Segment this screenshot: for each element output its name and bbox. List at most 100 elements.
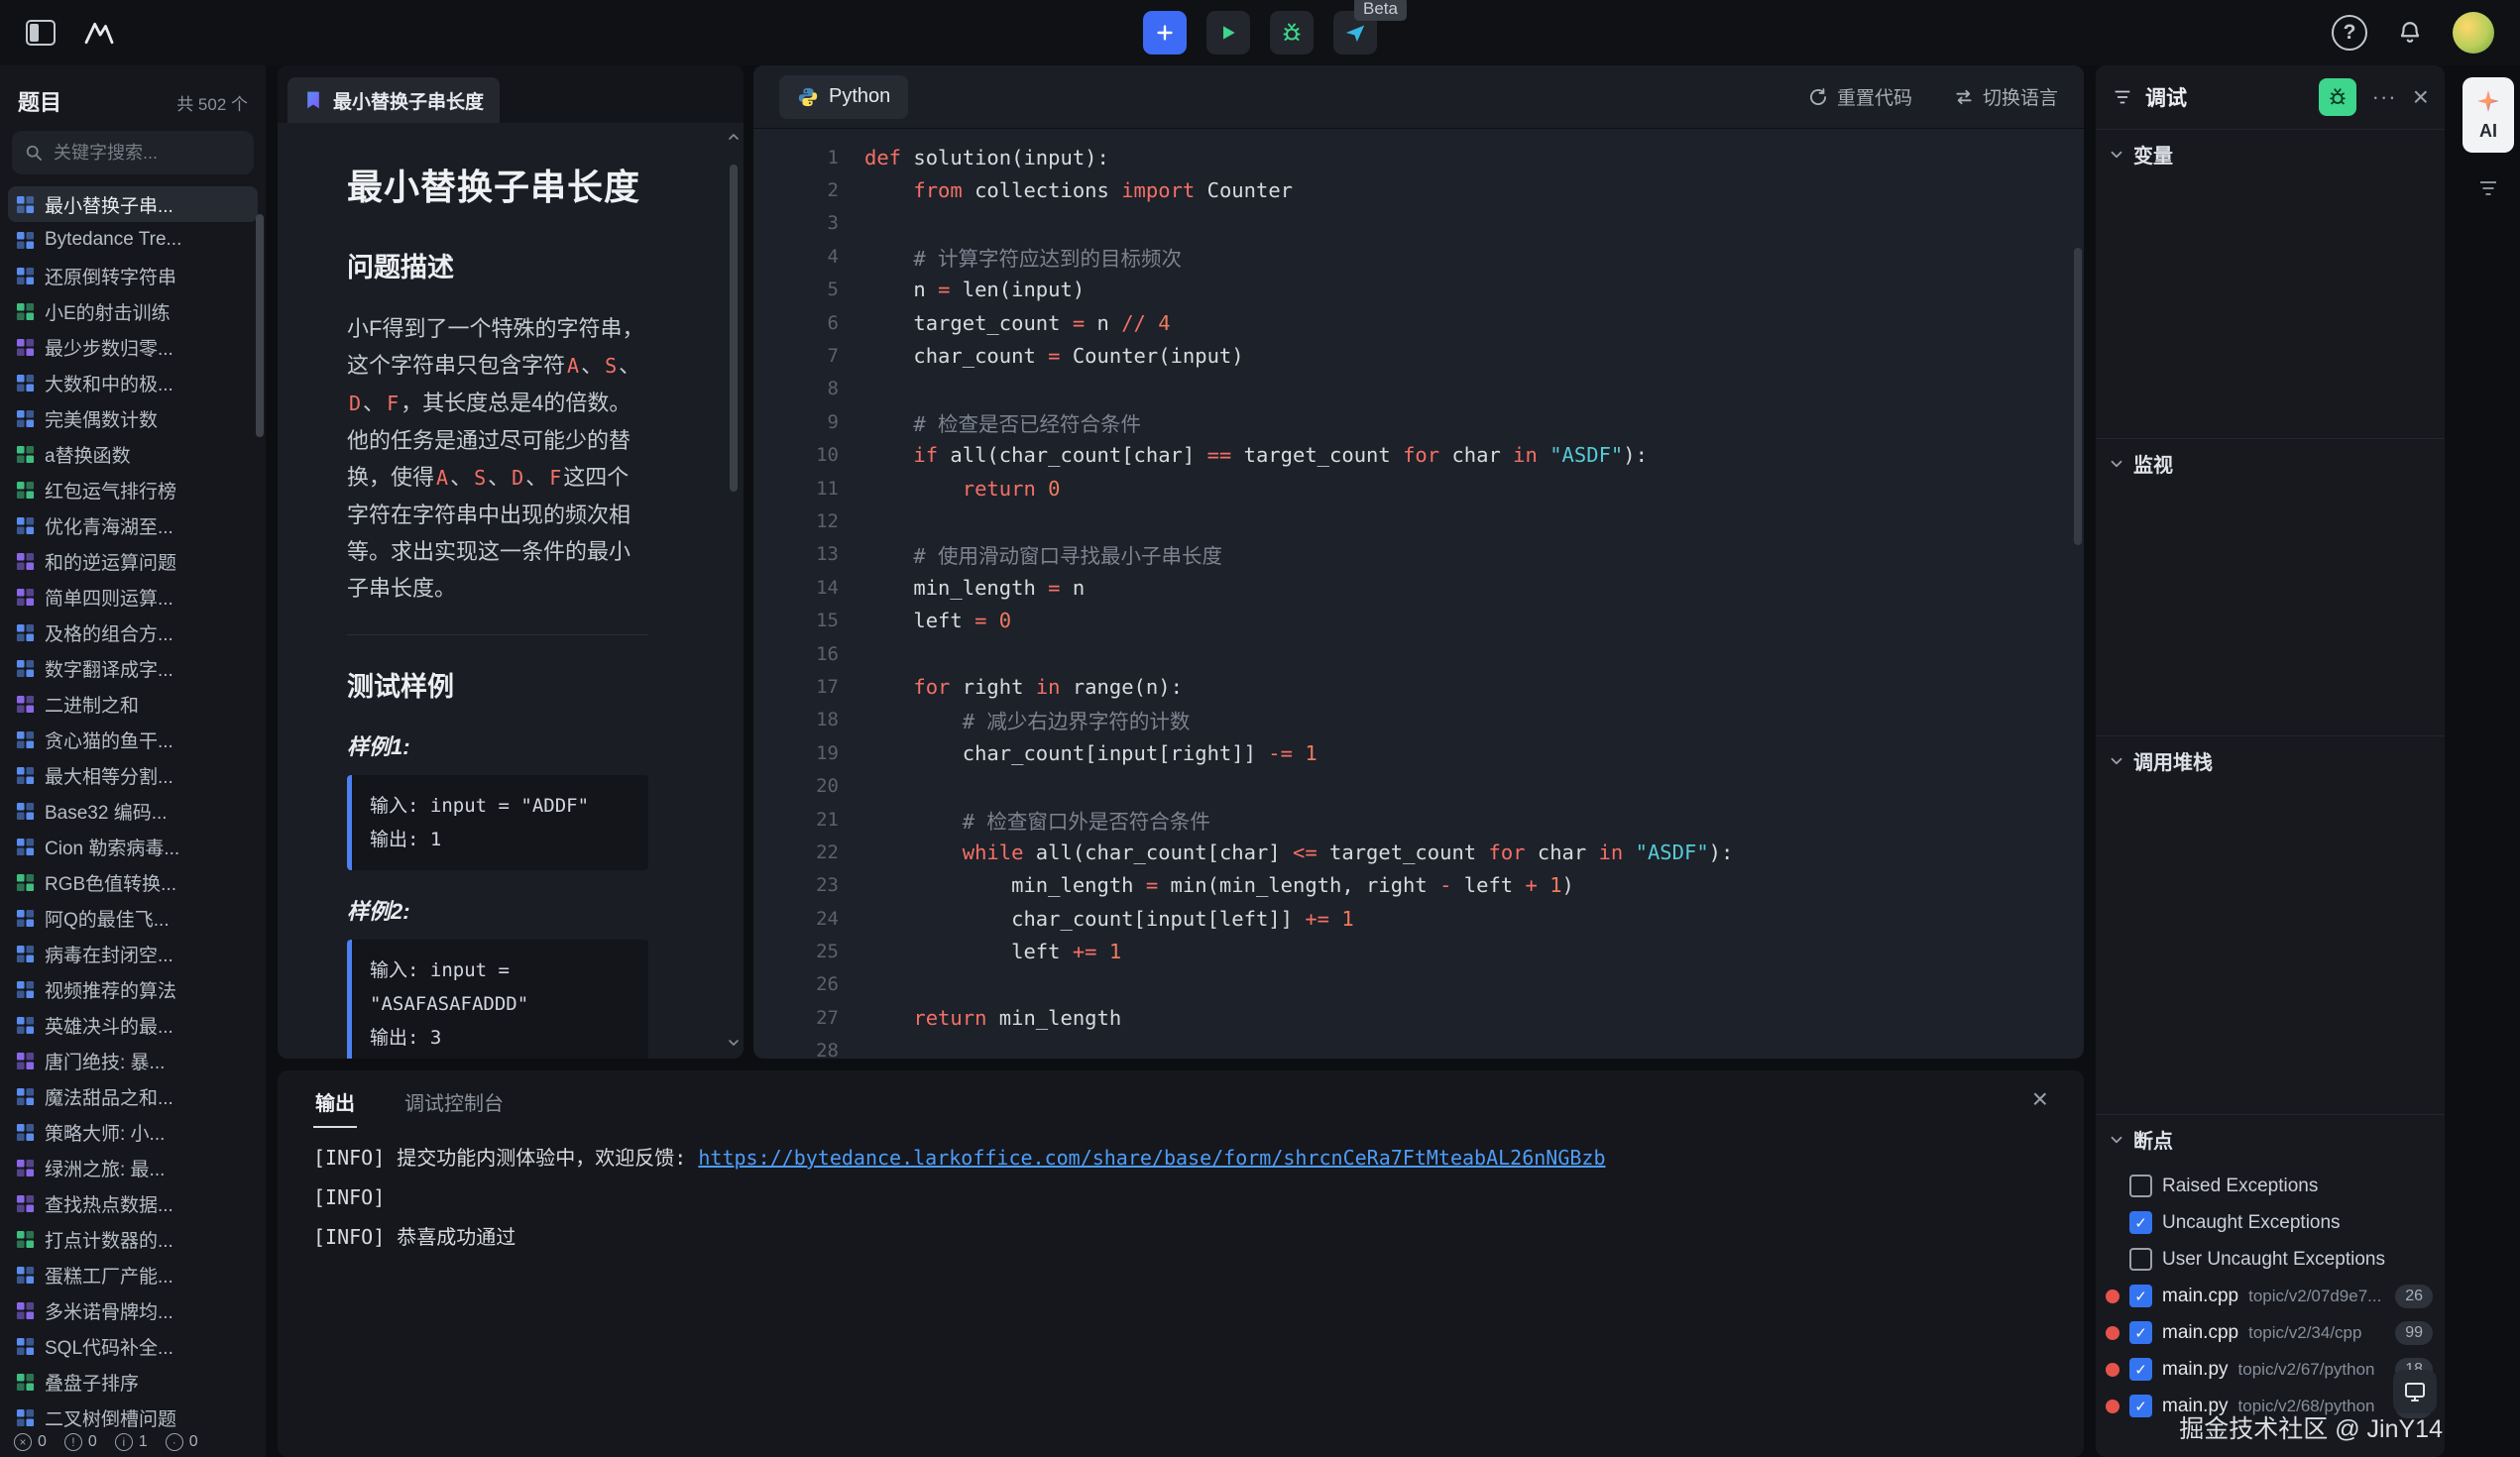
problem-list-item[interactable]: 绿洲之旅: 最... [8, 1150, 258, 1185]
status-errors-count[interactable]: ×0 [14, 1433, 47, 1451]
search-input[interactable] [54, 143, 242, 164]
problem-list-item[interactable]: 红包运气排行榜 [8, 472, 258, 507]
console-close-icon[interactable]: × [2032, 1085, 2048, 1113]
checkbox[interactable]: ✓ [2129, 1321, 2152, 1344]
problem-list-item[interactable]: 打点计数器的... [8, 1221, 258, 1257]
problem-list-item[interactable]: 唐门绝技: 暴... [8, 1043, 258, 1078]
debug-section-header-callstack[interactable]: 调用堆栈 [2096, 735, 2445, 785]
code-line[interactable]: 16 [753, 637, 2084, 670]
code-line[interactable]: 24 char_count[input[left]] += 1 [753, 902, 2084, 935]
code-line[interactable]: 9 # 检查是否已经符合条件 [753, 405, 2084, 438]
problem-list-item[interactable]: 蛋糕工厂产能... [8, 1257, 258, 1292]
problem-list-item[interactable]: 大数和中的极... [8, 365, 258, 400]
problem-list-item[interactable]: 魔法甜品之和... [8, 1078, 258, 1114]
debug-section-header-breakpoints[interactable]: 断点 [2096, 1114, 2445, 1164]
problem-list-item[interactable]: SQL代码补全... [8, 1328, 258, 1364]
code-area[interactable]: 1def solution(input):2 from collections … [753, 129, 2084, 1059]
code-line[interactable]: 17 for right in range(n): [753, 670, 2084, 703]
code-line[interactable]: 18 # 减少右边界字符的计数 [753, 704, 2084, 736]
debug-strip-icon[interactable] [2476, 176, 2500, 200]
code-line[interactable]: 27 return min_length [753, 1001, 2084, 1034]
code-line[interactable]: 19 char_count[input[right]] -= 1 [753, 736, 2084, 769]
code-line[interactable]: 5 n = len(input) [753, 274, 2084, 306]
problem-list-item[interactable]: 还原倒转字符串 [8, 258, 258, 293]
code-line[interactable]: 13 # 使用滑动窗口寻找最小子串长度 [753, 538, 2084, 571]
problem-list-item[interactable]: 数字翻译成字... [8, 650, 258, 686]
breakpoint-exception-row[interactable]: User Uncaught Exceptions [2096, 1241, 2445, 1278]
sidebar-toggle-icon[interactable] [26, 20, 56, 46]
help-icon[interactable]: ? [2332, 15, 2367, 51]
problem-list-item[interactable]: Base32 编码... [8, 793, 258, 829]
problem-tab[interactable]: 最小替换子串长度 [287, 77, 500, 123]
problem-list-item[interactable]: 二叉树倒槽问题 [8, 1400, 258, 1427]
description-scrollbar[interactable] [727, 129, 741, 1051]
problem-list-item[interactable]: 病毒在封闭空... [8, 936, 258, 971]
switch-language-button[interactable]: 切换语言 [1954, 83, 2058, 110]
checkbox[interactable] [2129, 1248, 2152, 1271]
problem-list-item[interactable]: 多米诺骨牌均... [8, 1292, 258, 1328]
problem-list-item[interactable]: Bytedance Tre... [8, 222, 258, 258]
feedback-link[interactable]: https://bytedance.larkoffice.com/share/b… [698, 1146, 1605, 1170]
problem-list-item[interactable]: 简单四则运算... [8, 579, 258, 615]
avatar[interactable] [2453, 12, 2494, 54]
problem-list-item[interactable]: RGB色值转换... [8, 864, 258, 900]
debug-section-header-variables[interactable]: 变量 [2096, 129, 2445, 178]
code-line[interactable]: 6 target_count = n // 4 [753, 306, 2084, 339]
tab-output[interactable]: 输出 [313, 1071, 357, 1128]
debug-section-header-watch[interactable]: 监视 [2096, 438, 2445, 488]
code-line[interactable]: 4 # 计算字符应达到的目标频次 [753, 240, 2084, 273]
sidebar-scrollbar[interactable] [256, 214, 264, 437]
problem-list-item[interactable]: 完美偶数计数 [8, 400, 258, 436]
problem-list-item[interactable]: 最少步数归零... [8, 329, 258, 365]
code-line[interactable]: 3 [753, 207, 2084, 240]
problem-list-item[interactable]: 最大相等分割... [8, 757, 258, 793]
checkbox[interactable]: ✓ [2129, 1211, 2152, 1234]
scrollbar-thumb[interactable] [730, 165, 738, 492]
status-info-count[interactable]: i1 [115, 1433, 148, 1451]
editor-scrollbar[interactable] [2074, 248, 2082, 545]
logo-icon[interactable] [83, 20, 115, 46]
problem-list-item[interactable]: a替换函数 [8, 436, 258, 472]
more-options-icon[interactable]: ··· [2372, 84, 2397, 110]
monitor-icon[interactable] [2393, 1370, 2437, 1413]
code-line[interactable]: 2 from collections import Counter [753, 173, 2084, 206]
problem-list-item[interactable]: 及格的组合方... [8, 615, 258, 650]
problem-list-item[interactable]: Cion 勒索病毒... [8, 829, 258, 864]
code-line[interactable]: 10 if all(char_count[char] == target_cou… [753, 439, 2084, 472]
checkbox[interactable] [2129, 1175, 2152, 1197]
problem-list-item[interactable]: 查找热点数据... [8, 1185, 258, 1221]
problem-list-item[interactable]: 优化青海湖至... [8, 507, 258, 543]
breakpoint-file-row[interactable]: ✓main.cpptopic/v2/07d9e7...26 [2096, 1278, 2445, 1314]
search-box[interactable] [12, 131, 254, 174]
problem-list-item[interactable]: 最小替换子串... [8, 186, 258, 222]
code-line[interactable]: 14 min_length = n [753, 571, 2084, 604]
start-debug-button[interactable] [2319, 78, 2356, 116]
language-selector[interactable]: Python [779, 75, 908, 119]
problem-list-item[interactable]: 小E的射击训练 [8, 293, 258, 329]
problem-list-item[interactable]: 二进制之和 [8, 686, 258, 722]
problem-list-item[interactable]: 和的逆运算问题 [8, 543, 258, 579]
code-line[interactable]: 25 left += 1 [753, 935, 2084, 967]
code-line[interactable]: 1def solution(input): [753, 141, 2084, 173]
scroll-up-icon[interactable] [726, 129, 742, 145]
tab-debug-console[interactable]: 调试控制台 [402, 1071, 506, 1128]
code-line[interactable]: 21 # 检查窗口外是否符合条件 [753, 803, 2084, 836]
code-line[interactable]: 23 min_length = min(min_length, right - … [753, 869, 2084, 902]
ai-assistant-button[interactable]: AI [2463, 77, 2514, 153]
checkbox[interactable]: ✓ [2129, 1285, 2152, 1307]
code-line[interactable]: 11 return 0 [753, 472, 2084, 504]
code-line[interactable]: 28 [753, 1035, 2084, 1059]
send-button[interactable]: Beta [1333, 11, 1377, 55]
debug-close-icon[interactable]: × [2413, 83, 2429, 111]
problem-list-item[interactable]: 阿Q的最佳飞... [8, 900, 258, 936]
breakpoint-exception-row[interactable]: ✓Uncaught Exceptions [2096, 1204, 2445, 1241]
code-line[interactable]: 22 while all(char_count[char] <= target_… [753, 836, 2084, 868]
problem-list-item[interactable]: 策略大师: 小... [8, 1114, 258, 1150]
notifications-icon[interactable] [2397, 20, 2423, 46]
code-line[interactable]: 8 [753, 373, 2084, 405]
problem-list-item[interactable]: 叠盘子排序 [8, 1364, 258, 1400]
code-line[interactable]: 26 [753, 968, 2084, 1001]
checkbox[interactable]: ✓ [2129, 1395, 2152, 1417]
problem-list-item[interactable]: 英雄决斗的最... [8, 1007, 258, 1043]
problem-list-item[interactable]: 贪心猫的鱼干... [8, 722, 258, 757]
